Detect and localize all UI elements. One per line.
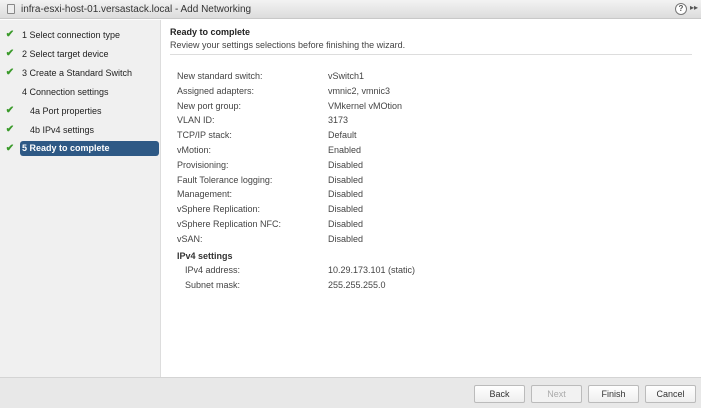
title-bar: infra-esxi-host-01.versastack.local - Ad… <box>0 0 701 19</box>
wizard-step[interactable]: ✔ 1 Select connection type <box>0 27 161 42</box>
window-title: infra-esxi-host-01.versastack.local - Ad… <box>21 3 252 15</box>
check-icon: ✔ <box>5 124 15 135</box>
setting-label: vMotion: <box>177 145 212 155</box>
setting-label: Provisioning: <box>177 159 229 170</box>
setting-label: Subnet mask: <box>185 279 241 290</box>
divider <box>170 54 692 55</box>
setting-value: vmnic2, vmnic3 <box>328 85 391 96</box>
wizard-step[interactable]: 4 Connection settings <box>0 84 161 99</box>
setting-value: VMkernel vMOtion <box>328 100 403 111</box>
check-icon: ✔ <box>5 67 15 78</box>
wizard-step[interactable]: ✔ 2 Select target device <box>0 46 161 61</box>
setting-value: Disabled <box>328 159 364 170</box>
check-icon: ✔ <box>5 29 15 40</box>
setting-label: Fault Tolerance logging: <box>177 174 273 185</box>
wizard-step-label: 1 Select connection type <box>22 29 121 40</box>
footer: Back Next Finish Cancel <box>0 377 701 408</box>
wizard-step[interactable]: ✔ 5 Ready to complete <box>0 141 161 156</box>
setting-label: vSphere Replication NFC: <box>177 219 282 229</box>
setting-value: Default <box>328 130 357 141</box>
setting-value: Disabled <box>328 189 364 200</box>
wizard-step-label: 2 Select target device <box>22 48 109 59</box>
expand-icon[interactable]: ▸▸ <box>690 3 698 12</box>
setting-label: Assigned adapters: <box>177 85 255 96</box>
setting-value: vSwitch1 <box>328 71 365 81</box>
setting-label: TCP/IP stack: <box>177 130 232 141</box>
back-button[interactable]: Back <box>474 385 525 403</box>
wizard-steps: ✔ 1 Select connection type ✔ 2 Select targe… <box>0 20 161 377</box>
setting-value: Disabled <box>328 174 364 185</box>
setting-value: Disabled <box>328 204 364 215</box>
setting-label: IPv4 address: <box>185 265 241 275</box>
setting-label: Management: <box>177 189 233 200</box>
setting-label: New standard switch: <box>177 71 263 81</box>
wizard-step[interactable]: ✔ 4a Port properties <box>0 103 161 118</box>
setting-label: New port group: <box>177 100 242 111</box>
ipv4-section-title: IPv4 settings <box>177 251 233 261</box>
finish-button[interactable]: Finish <box>588 385 639 403</box>
wizard-step-label: 3 Create a Standard Switch <box>22 67 133 78</box>
check-icon: ✔ <box>5 143 15 154</box>
cancel-button[interactable]: Cancel <box>645 385 696 403</box>
wizard-step-label: 4a Port properties <box>30 105 102 116</box>
setting-value: Enabled <box>328 145 362 155</box>
check-icon: ✔ <box>5 48 15 59</box>
setting-value: Disabled <box>328 233 364 244</box>
next-button[interactable]: Next <box>531 385 582 403</box>
setting-value: 255.255.255.0 <box>328 279 386 290</box>
window-icon <box>7 4 15 14</box>
setting-label: vSphere Replication: <box>177 204 261 215</box>
check-icon: ✔ <box>5 105 15 116</box>
setting-value: Disabled <box>328 219 364 229</box>
wizard-step[interactable]: ✔ 4b IPv4 settings <box>0 122 161 137</box>
setting-value: 3173 <box>328 115 349 126</box>
wizard-step-label: 4 Connection settings <box>22 86 109 97</box>
wizard-step[interactable]: ✔ 3 Create a Standard Switch <box>0 65 161 80</box>
setting-label: VLAN ID: <box>177 115 215 126</box>
wizard-step-label: 4b IPv4 settings <box>30 124 95 135</box>
help-icon[interactable]: ? <box>675 3 687 15</box>
wizard-step-label: 5 Ready to complete <box>20 141 159 156</box>
setting-value: 10.29.173.101 (static) <box>328 265 416 275</box>
page-title: Ready to complete <box>170 27 251 37</box>
setting-label: vSAN: <box>177 233 203 244</box>
page-subtitle: Review your settings selections before f… <box>170 40 406 50</box>
